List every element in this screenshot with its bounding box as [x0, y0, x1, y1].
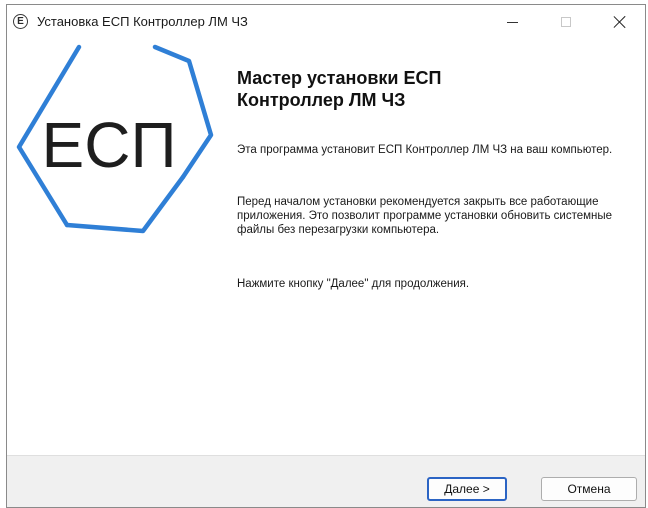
maximize-icon — [561, 17, 571, 27]
next-button[interactable]: Далее > — [427, 477, 507, 501]
continue-instruction: Нажмите кнопку "Далее" для продолжения. — [237, 278, 470, 290]
page-title: Мастер установки ЕСП Контроллер ЛМ ЧЗ — [237, 67, 617, 111]
logo-text: ЕСП — [42, 109, 177, 181]
minimize-button[interactable] — [489, 5, 535, 39]
wizard-content: Мастер установки ЕСП Контроллер ЛМ ЧЗ Эт… — [237, 39, 637, 455]
minimize-icon — [506, 21, 518, 23]
intro-text: Эта программа установит ЕСП Контроллер Л… — [237, 144, 613, 156]
app-icon: Е — [13, 14, 28, 29]
close-icon — [613, 15, 627, 29]
cancel-button[interactable]: Отмена — [541, 477, 637, 501]
button-bar: Далее > Отмена — [7, 455, 645, 507]
title-line-2: Контроллер ЛМ ЧЗ — [237, 90, 406, 110]
recommendation-text: Перед началом установки рекомендуется за… — [237, 196, 613, 236]
maximize-button — [543, 5, 589, 39]
window-title: Установка ЕСП Контроллер ЛМ ЧЗ — [37, 14, 248, 29]
close-button[interactable] — [597, 5, 643, 39]
installer-window: Е Установка ЕСП Контроллер ЛМ ЧЗ ЕСП Мас… — [6, 4, 646, 508]
esp-logo: ЕСП — [16, 44, 214, 234]
wizard-banner: ЕСП — [7, 39, 225, 455]
title-line-1: Мастер установки ЕСП — [237, 68, 442, 88]
title-bar[interactable]: Е Установка ЕСП Контроллер ЛМ ЧЗ — [7, 5, 645, 39]
